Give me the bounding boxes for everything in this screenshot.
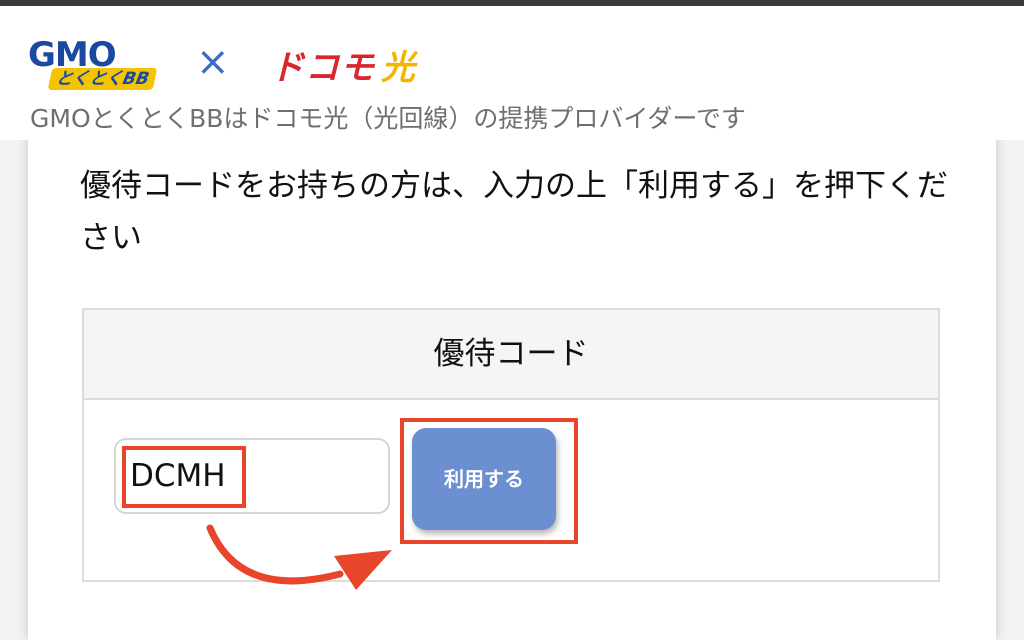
promo-code-table: 優待コード 利用する [82, 308, 940, 582]
page-header: GMO とくとくBB × ドコモ光 GMOとくとくBBはドコモ光（光回線）の提携… [0, 6, 1024, 140]
docomo-hikari-logo: ドコモ光 [270, 48, 416, 88]
instruction-text: 優待コードをお持ちの方は、入力の上「利用する」を押下ください [80, 168, 948, 256]
gmo-logo-subtext: とくとくBB [47, 68, 158, 90]
provider-tagline: GMOとくとくBBはドコモ光（光回線）の提携プロバイダーです [30, 104, 746, 133]
gmo-tokutoku-logo: GMO とくとくBB [28, 38, 164, 96]
promo-code-header: 優待コード [84, 310, 938, 400]
apply-button[interactable]: 利用する [412, 428, 556, 530]
logo-row: GMO とくとくBB × ドコモ光 [28, 38, 468, 102]
gmo-logo-text: GMO [28, 35, 117, 75]
docomo-logo-hikari: 光 [381, 48, 416, 88]
promo-code-input[interactable] [114, 438, 390, 514]
docomo-logo-text: ドコモ [270, 48, 375, 88]
times-sign: × [196, 39, 230, 85]
